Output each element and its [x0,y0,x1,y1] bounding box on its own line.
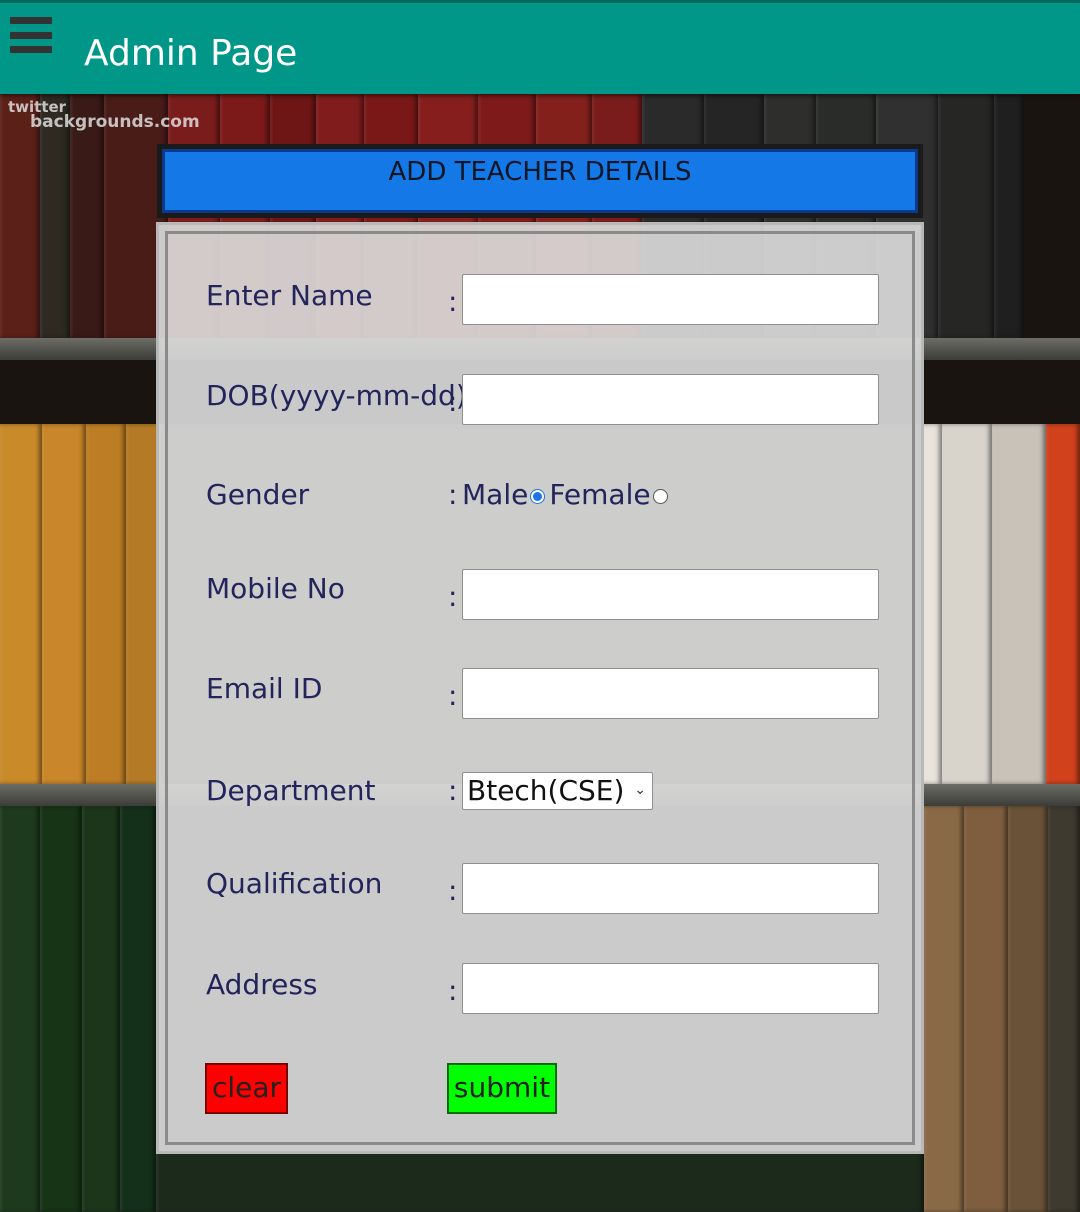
colon: : [448,478,458,511]
female-radio[interactable] [652,489,668,504]
name-row: Enter Name : [168,274,912,328]
colon: : [448,385,458,418]
email-label: Email ID [206,672,323,705]
email-row: Email ID : [168,668,912,722]
address-input[interactable] [462,963,879,1014]
dob-input[interactable] [462,374,879,425]
department-label: Department [206,774,376,807]
button-row: clear submit [168,1063,912,1117]
mobile-input[interactable] [462,569,879,620]
colon: : [448,974,458,1007]
department-row: Department : Btech(CSE) ⌄ [168,772,912,828]
address-label: Address [206,968,318,1001]
dob-row: DOB(yyyy-mm-dd) : [168,374,912,428]
address-row: Address : [168,963,912,1017]
mobile-row: Mobile No : [168,569,912,623]
name-input[interactable] [462,274,879,325]
name-label: Enter Name [206,279,373,312]
mobile-label: Mobile No [206,572,345,605]
gender-options: Male Female [462,478,672,511]
qualification-row: Qualification : [168,863,912,917]
colon: : [448,679,458,712]
gender-row: Gender : Male Female [168,478,912,532]
male-radio[interactable] [530,489,546,504]
teacher-form: Enter Name : DOB(yyyy-mm-dd) : Gender : … [156,222,924,1154]
form-header: ADD TEACHER DETAILS [157,144,923,218]
form-heading: ADD TEACHER DETAILS [388,157,692,187]
chevron-down-icon: ⌄ [634,782,646,798]
clear-button[interactable]: clear [205,1063,288,1114]
qualification-label: Qualification [206,867,383,900]
dob-label: DOB(yyyy-mm-dd) [206,379,467,412]
colon: : [448,580,458,613]
male-label: Male [462,478,529,511]
female-label: Female [549,478,651,511]
colon: : [448,774,458,807]
submit-button[interactable]: submit [447,1063,557,1114]
email-input[interactable] [462,668,879,719]
qualification-input[interactable] [462,863,879,914]
menu-icon[interactable] [10,17,52,53]
watermark-logo: twitter backgrounds.com [8,98,200,132]
department-value: Btech(CSE) [467,774,625,807]
colon: : [448,874,458,907]
page-title: Admin Page [84,33,298,74]
colon: : [448,285,458,318]
gender-label: Gender [206,478,310,511]
app-bar: Admin Page [0,0,1080,94]
department-select[interactable]: Btech(CSE) ⌄ [462,772,653,810]
